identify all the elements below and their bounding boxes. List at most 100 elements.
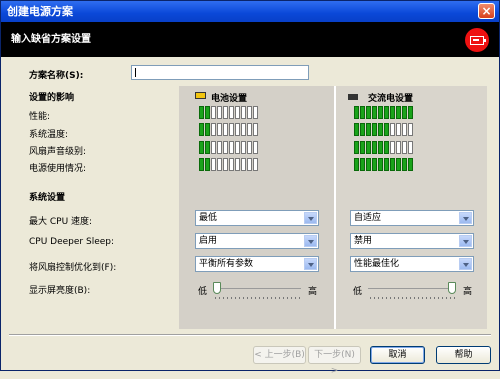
meter-segment	[408, 158, 413, 171]
next-button[interactable]: 下一步(N) >	[308, 346, 361, 376]
meter-segment	[402, 106, 407, 119]
meter-segment	[223, 106, 228, 119]
meter-segment	[247, 141, 252, 154]
meter-segment	[384, 141, 389, 154]
ac-max-cpu-select[interactable]: 自适应	[350, 210, 474, 226]
meter-segment	[366, 123, 371, 136]
meter-segment	[253, 106, 258, 119]
battery-meter-fan-noise	[199, 141, 258, 154]
meter-segment	[205, 106, 210, 119]
meter-segment	[229, 141, 234, 154]
meter-segment	[211, 106, 216, 119]
meter-segment	[354, 158, 359, 171]
ac-meter-temperature	[354, 123, 413, 136]
footer-divider	[9, 334, 491, 336]
meter-segment	[217, 123, 222, 136]
meter-segment	[360, 158, 365, 171]
ac-brightness-track[interactable]	[368, 288, 456, 289]
chevron-down-icon[interactable]	[304, 235, 317, 247]
meter-segment	[235, 158, 240, 171]
chevron-down-icon[interactable]	[304, 212, 317, 224]
meter-segment	[360, 141, 365, 154]
battery-brightness-ticks	[215, 297, 301, 299]
meter-segment	[235, 123, 240, 136]
battery-deeper-sleep-select[interactable]: 启用	[195, 233, 319, 249]
cancel-button[interactable]: 取消	[370, 346, 425, 364]
meter-segment	[247, 158, 252, 171]
meter-segment	[253, 141, 258, 154]
battery-icon	[465, 28, 489, 52]
scheme-name-input[interactable]	[131, 65, 309, 80]
impact-section-title: 设置的影响	[29, 93, 75, 103]
meter-segment	[205, 158, 210, 171]
header-title: 输入缺省方案设置	[11, 34, 91, 45]
meter-segment	[205, 141, 210, 154]
meter-segment	[390, 141, 395, 154]
title-bar[interactable]: 创建电源方案 ×	[1, 1, 499, 22]
meter-segment	[360, 106, 365, 119]
back-button[interactable]: < 上一步(B)	[253, 346, 306, 364]
max-cpu-label: 最大 CPU 速度:	[29, 217, 93, 227]
header-banner: 输入缺省方案设置	[1, 22, 499, 57]
meter-segment	[247, 123, 252, 136]
impact-row-temperature: 系统温度:	[29, 130, 69, 140]
meter-segment	[372, 123, 377, 136]
impact-row-power-usage: 电源使用情况:	[29, 164, 87, 174]
battery-brightness-high: 高	[308, 287, 318, 297]
meter-segment	[205, 123, 210, 136]
ac-deeper-sleep-select[interactable]: 禁用	[350, 233, 474, 249]
ac-fan-control-select[interactable]: 性能最佳化	[350, 256, 474, 272]
meter-segment	[378, 123, 383, 136]
battery-deeper-sleep-value: 启用	[199, 236, 218, 246]
meter-segment	[199, 106, 204, 119]
close-button[interactable]: ×	[478, 3, 495, 19]
meter-segment	[235, 106, 240, 119]
ac-meter-fan-noise	[354, 141, 413, 154]
meter-segment	[366, 106, 371, 119]
meter-segment	[390, 158, 395, 171]
impact-row-fan-noise: 风扇声音级别:	[29, 147, 87, 157]
meter-segment	[199, 123, 204, 136]
plug-icon	[348, 94, 358, 100]
chevron-down-icon[interactable]	[459, 235, 472, 247]
meter-segment	[384, 106, 389, 119]
meter-segment	[372, 141, 377, 154]
battery-brightness-track[interactable]	[213, 288, 301, 289]
ac-brightness-slider-thumb[interactable]	[448, 282, 456, 294]
fan-control-label: 将风扇控制优化到(F):	[29, 263, 117, 273]
chevron-down-icon[interactable]	[459, 258, 472, 270]
meter-segment	[408, 141, 413, 154]
battery-icon	[195, 92, 206, 99]
meter-segment	[396, 106, 401, 119]
meter-segment	[199, 158, 204, 171]
meter-segment	[360, 123, 365, 136]
meter-segment	[229, 106, 234, 119]
close-icon: ×	[481, 4, 492, 18]
battery-fan-control-select[interactable]: 平衡所有参数	[195, 256, 319, 272]
meter-segment	[372, 158, 377, 171]
meter-segment	[354, 141, 359, 154]
battery-max-cpu-select[interactable]: 最低	[195, 210, 319, 226]
battery-brightness-low: 低	[198, 287, 208, 297]
system-settings-title: 系统设置	[29, 193, 66, 203]
meter-segment	[384, 158, 389, 171]
chevron-down-icon[interactable]	[459, 212, 472, 224]
battery-max-cpu-value: 最低	[199, 213, 218, 223]
text-caret	[135, 68, 136, 77]
meter-segment	[241, 106, 246, 119]
meter-segment	[396, 123, 401, 136]
meter-segment	[378, 158, 383, 171]
chevron-down-icon[interactable]	[304, 258, 317, 270]
meter-segment	[241, 141, 246, 154]
meter-segment	[372, 106, 377, 119]
meter-segment	[253, 158, 258, 171]
brightness-label: 显示屏亮度(B):	[29, 286, 91, 296]
meter-segment	[408, 123, 413, 136]
battery-brightness-slider-thumb[interactable]	[213, 282, 221, 294]
impact-row-performance: 性能:	[29, 112, 51, 122]
meter-segment	[247, 106, 252, 119]
meter-segment	[390, 123, 395, 136]
help-button[interactable]: 帮助	[436, 346, 491, 364]
ac-meter-power-usage	[354, 158, 413, 171]
meter-segment	[384, 123, 389, 136]
